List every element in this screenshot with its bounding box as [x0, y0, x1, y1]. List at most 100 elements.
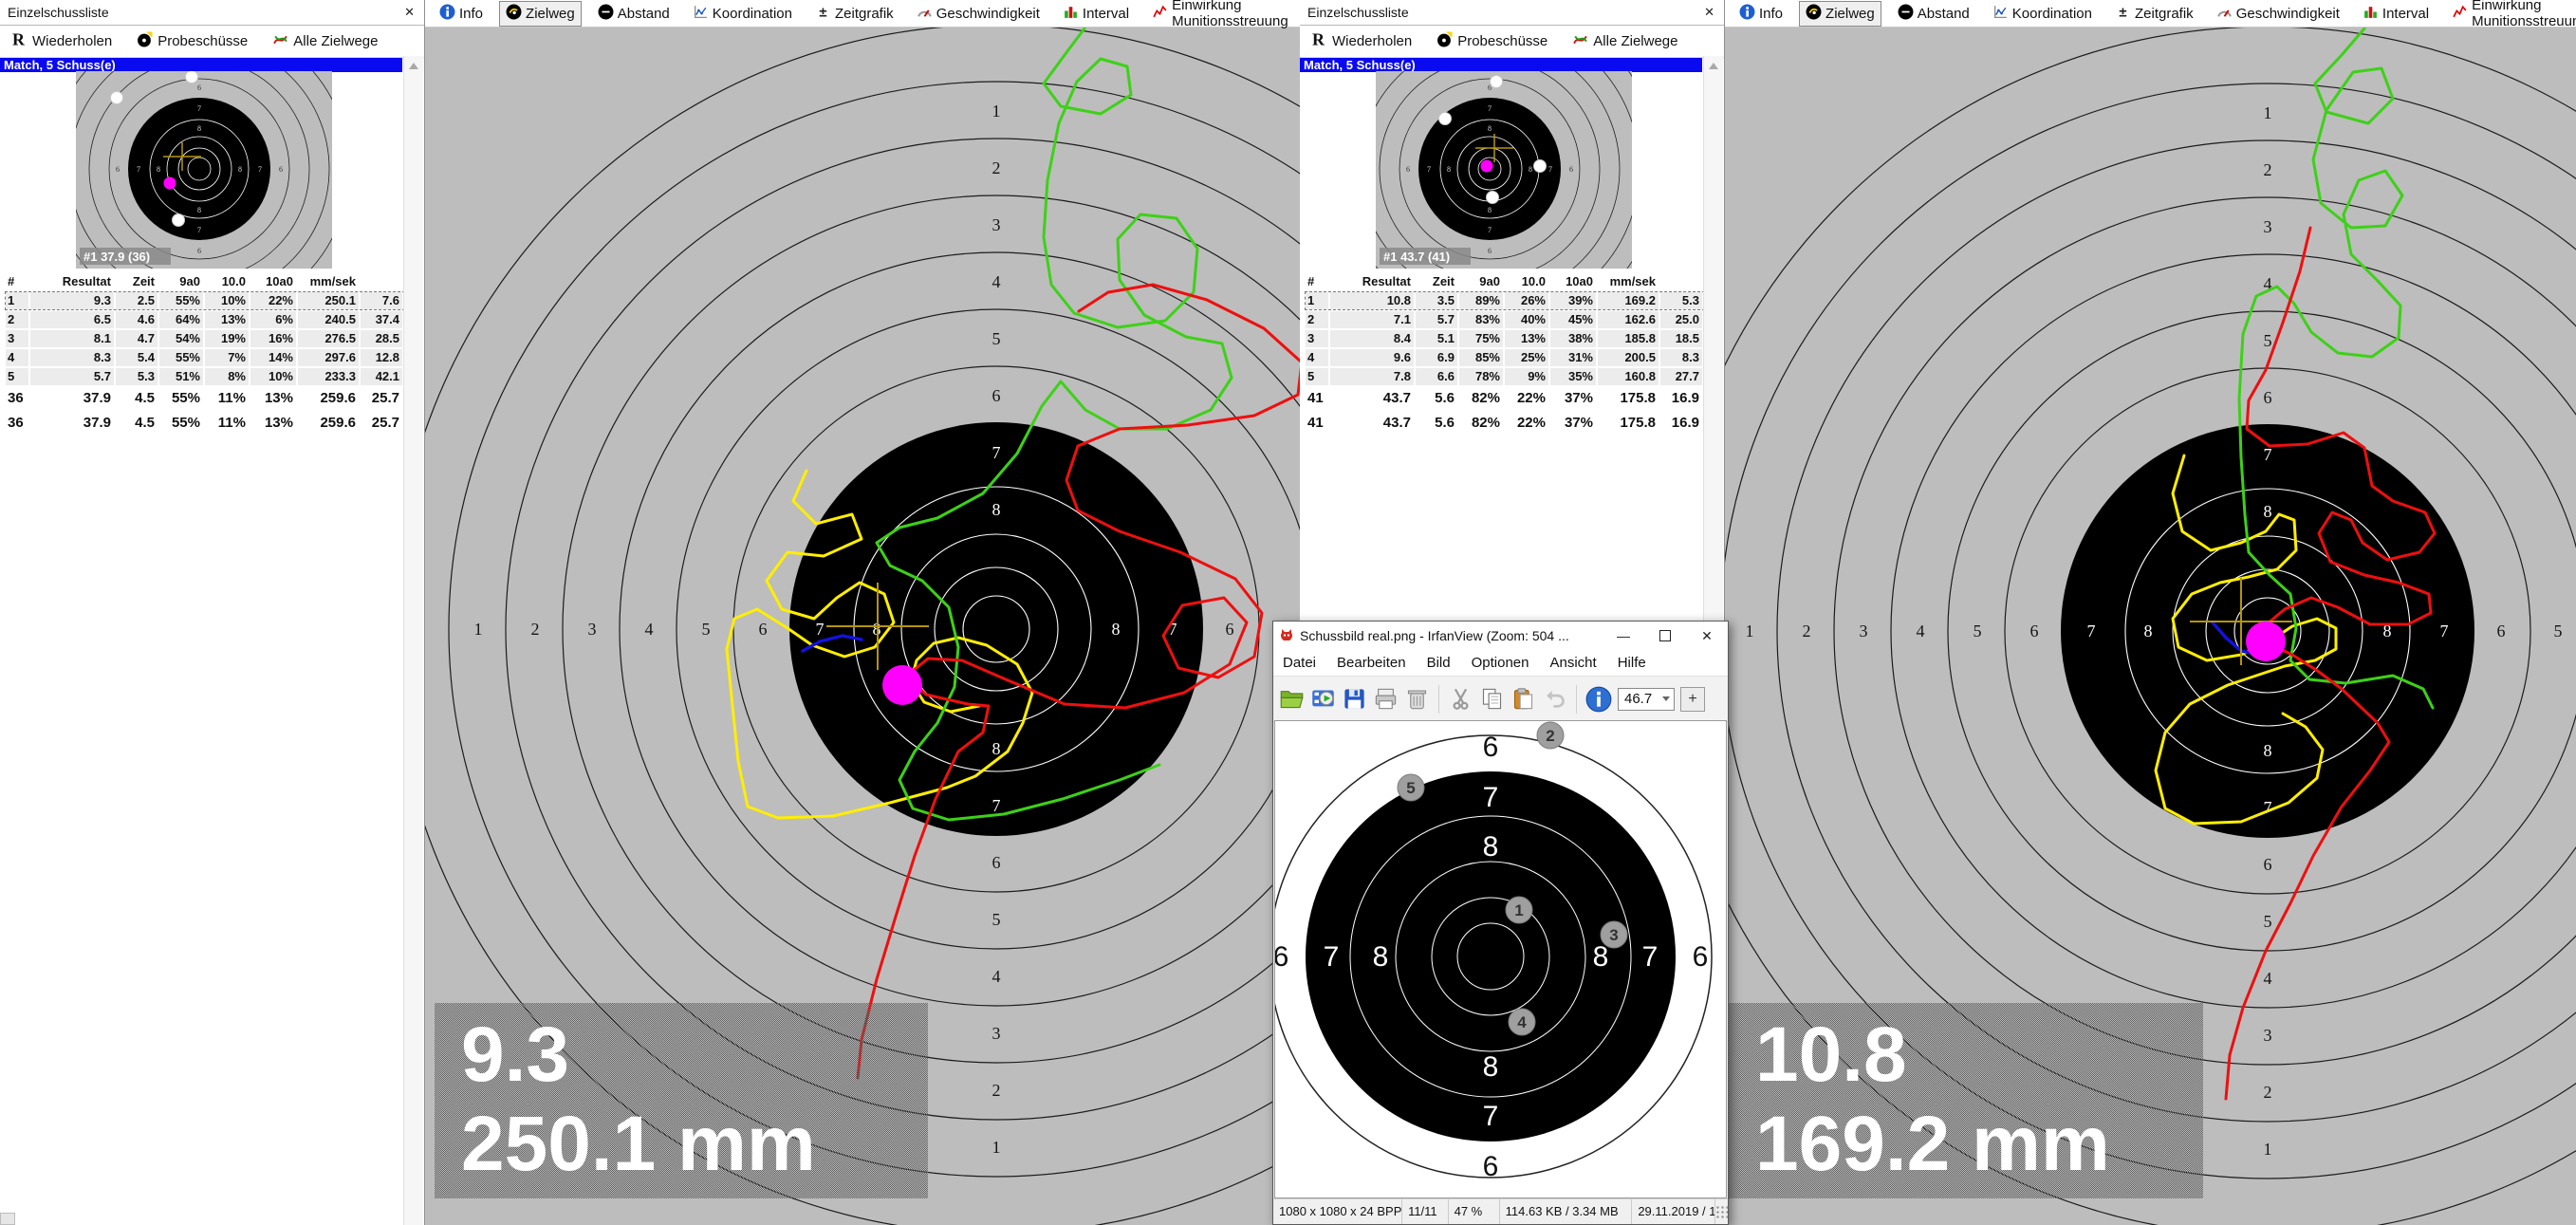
svg-text:±: ±: [2119, 5, 2126, 20]
shot-hole: [1487, 192, 1499, 204]
copy-icon[interactable]: [1479, 686, 1505, 712]
vertical-scrollbar[interactable]: [403, 56, 423, 1225]
table-cell: 7.8: [1330, 368, 1414, 385]
chevron-down-icon[interactable]: [1662, 696, 1670, 701]
panel-button-probeschuesse[interactable]: Probeschüsse: [1436, 31, 1547, 51]
toolbar-button-interval[interactable]: Interval: [2356, 1, 2436, 27]
print-icon[interactable]: [1373, 686, 1399, 712]
table-header-row: #ResultatZeit9a010.010a0mm/sek: [6, 273, 414, 290]
table-summary-row[interactable]: 4143.75.682%22%37%175.816.9: [1306, 412, 1714, 435]
table-cell: 25.7: [361, 387, 402, 410]
menu-item-bild[interactable]: Bild: [1427, 655, 1451, 671]
ring-label: 1: [992, 1138, 1001, 1157]
toolbar-button-zeitgrafik[interactable]: ±Zeitgrafik: [2108, 1, 2200, 27]
close-icon[interactable]: ✕: [1686, 622, 1728, 650]
menubar: Datei Bearbeiten Bild Optionen Ansicht Hilfe: [1273, 650, 1728, 677]
table-row[interactable]: 57.86.678%9%35%160.827.7: [1306, 368, 1714, 385]
ring-label: 7: [197, 226, 201, 234]
zoom-input[interactable]: 46.7: [1618, 688, 1675, 711]
table-cell: 2.5: [116, 292, 158, 309]
ring-label: 8: [992, 500, 1001, 519]
image-info-icon[interactable]: [1585, 686, 1612, 713]
table-row[interactable]: 49.66.985%25%31%200.58.3: [1306, 349, 1714, 366]
open-icon[interactable]: [1279, 686, 1305, 712]
toolbar-button-interval[interactable]: Interval: [1056, 1, 1136, 27]
selected-shot-dot[interactable]: [2246, 622, 2286, 661]
cut-icon[interactable]: [1448, 686, 1473, 712]
slideshow-icon[interactable]: [1310, 686, 1336, 712]
table-cell: 64%: [159, 311, 203, 328]
panel-title: Einzelschussliste: [8, 5, 109, 20]
toolbar-button-abstand[interactable]: Abstand: [1891, 1, 1976, 27]
table-cell: 259.6: [298, 387, 359, 410]
table-cell: 55%: [159, 412, 203, 435]
toolbar-button-koordination[interactable]: Koordination: [1986, 1, 2099, 27]
table-row[interactable]: 55.75.351%8%10%233.342.1: [6, 368, 414, 385]
table-row[interactable]: 38.45.175%13%38%185.818.5: [1306, 330, 1714, 347]
table-row[interactable]: 38.14.754%19%16%276.528.5: [6, 330, 414, 347]
resize-grip[interactable]: [1715, 1205, 1728, 1218]
toolbar-button-zielweg[interactable]: Zielweg: [499, 1, 582, 27]
panel-button-allezielwege[interactable]: Alle Zielwege: [272, 31, 378, 51]
menu-item-bearbeiten[interactable]: Bearbeiten: [1337, 655, 1406, 671]
table-summary-row[interactable]: 4143.75.682%22%37%175.816.9: [1306, 387, 1714, 410]
window-titlebar[interactable]: Schussbild real.png - IrfanView (Zoom: 5…: [1273, 622, 1728, 650]
menu-item-datei[interactable]: Datei: [1283, 655, 1316, 671]
paste-icon[interactable]: [1510, 686, 1536, 712]
table-cell: 18.5: [1660, 330, 1702, 347]
menu-item-hilfe[interactable]: Hilfe: [1618, 655, 1646, 671]
ring-label: 8: [1483, 1051, 1499, 1083]
panel-button-allezielwege[interactable]: Alle Zielwege: [1572, 31, 1677, 51]
table-row[interactable]: 110.83.589%26%39%169.25.3: [1306, 292, 1714, 309]
close-icon[interactable]: ✕: [404, 0, 415, 25]
toolbar-button-einwirkung[interactable]: Einwirkung Munitionsstreuung: [2445, 0, 2576, 32]
table-row[interactable]: 27.15.783%40%45%162.625.0: [1306, 311, 1714, 328]
maximize-icon[interactable]: [1644, 622, 1686, 650]
toolbar-button-zielweg[interactable]: Zielweg: [1799, 1, 1881, 27]
toolbar-button-einwirkung[interactable]: Einwirkung Munitionsstreuung: [1145, 0, 1300, 32]
toolbar-button-abstand[interactable]: Abstand: [591, 1, 676, 27]
target-thumbnail: 888877776666#1 43.7 (41): [1376, 71, 1632, 269]
toolbar-button-info[interactable]: Info: [1733, 1, 1789, 27]
selected-shot-dot[interactable]: [882, 665, 922, 705]
table-cell: 55%: [159, 387, 203, 410]
toolbar-button-zeitgrafik[interactable]: ±Zeitgrafik: [808, 1, 900, 27]
table-cell: 25%: [1505, 349, 1548, 366]
table-cell: 37%: [1550, 412, 1596, 435]
save-icon[interactable]: [1342, 686, 1367, 712]
ring-label: 8: [1447, 165, 1451, 174]
ring-label: 8: [1483, 831, 1499, 863]
match-header[interactable]: Match, 5 Schuss(e): [1300, 58, 1702, 72]
close-icon[interactable]: ✕: [1704, 0, 1714, 25]
panel-button-wiederholen[interactable]: RWiederholen: [1309, 30, 1412, 52]
scroll-up-icon[interactable]: [409, 63, 418, 69]
zoom-in-button[interactable]: +: [1680, 687, 1705, 712]
delete-icon[interactable]: [1404, 686, 1430, 712]
scroll-up-icon[interactable]: [1709, 63, 1718, 69]
table-summary-row[interactable]: 3637.94.555%11%13%259.625.7: [6, 387, 414, 410]
table-cell: 3.5: [1416, 292, 1457, 309]
table-cell: Resultat: [30, 273, 114, 290]
menu-item-optionen[interactable]: Optionen: [1472, 655, 1529, 671]
menu-item-ansicht[interactable]: Ansicht: [1550, 655, 1597, 671]
toolbar-button-geschwindigkeit[interactable]: Geschwindigkeit: [910, 1, 1047, 27]
toolbar-button-koordination[interactable]: Koordination: [686, 1, 799, 27]
panel-button-wiederholen[interactable]: RWiederholen: [9, 30, 112, 52]
minimize-icon[interactable]: —: [1603, 622, 1644, 650]
table-summary-row[interactable]: 3637.94.555%11%13%259.625.7: [6, 412, 414, 435]
table-row[interactable]: 26.54.664%13%6%240.537.4: [6, 311, 414, 328]
undo-icon[interactable]: [1542, 686, 1567, 712]
ring-label: 6: [1483, 732, 1499, 763]
table-cell: 7.6: [361, 292, 402, 309]
table-row[interactable]: 48.35.455%7%14%297.612.8: [6, 349, 414, 366]
ring-label: 7: [258, 165, 262, 174]
toolbar-button-geschwindigkeit[interactable]: Geschwindigkeit: [2210, 1, 2346, 27]
panel-button-probeschuesse[interactable]: Probeschüsse: [137, 31, 248, 51]
ring-label: 5: [992, 910, 1001, 929]
table-row[interactable]: 19.32.555%10%22%250.17.6: [6, 292, 414, 309]
ring-label: 5: [2264, 912, 2272, 931]
table-cell: 10a0: [1550, 273, 1596, 290]
toolbar-button-info[interactable]: Info: [433, 1, 490, 27]
panel-toolbar: RWiederholen Probeschüsse Alle Zielwege: [0, 26, 424, 58]
match-header[interactable]: Match, 5 Schuss(e): [0, 58, 402, 72]
